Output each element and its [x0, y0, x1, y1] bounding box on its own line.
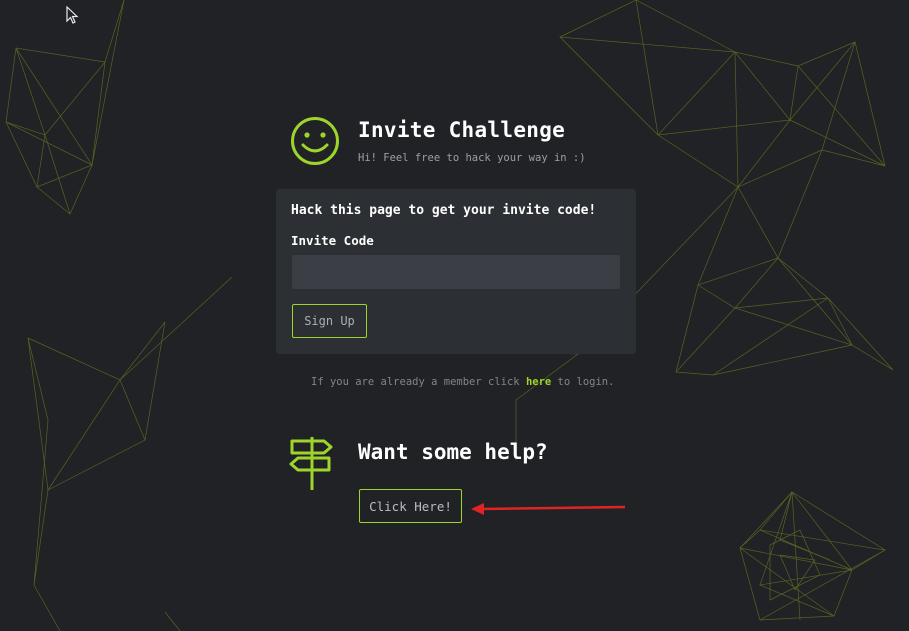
login-here-link[interactable]: here	[526, 376, 551, 388]
help-click-here-button[interactable]: Click Here!	[359, 489, 462, 523]
login-prefix-text: If you are already a member click	[311, 376, 526, 388]
page-background: Invite Challenge Hi! Feel free to hack y…	[0, 0, 909, 631]
smiley-icon	[291, 117, 339, 165]
annotation-arrow-icon	[471, 503, 626, 515]
invite-code-input[interactable]	[292, 255, 620, 289]
sign-up-button[interactable]: Sign Up	[292, 304, 367, 338]
page-title: Invite Challenge	[358, 118, 566, 142]
mouse-cursor-icon	[66, 6, 79, 24]
help-heading: Want some help?	[358, 440, 548, 464]
login-prompt: If you are already a member click here t…	[311, 376, 614, 388]
form-heading: Hack this page to get your invite code!	[291, 203, 597, 218]
invite-form-card: Hack this page to get your invite code! …	[276, 189, 636, 354]
login-suffix-text: to login.	[551, 376, 615, 388]
signpost-icon	[289, 437, 333, 490]
invite-code-label: Invite Code	[291, 233, 374, 248]
page-subtitle: Hi! Feel free to hack your way in :)	[358, 152, 586, 164]
